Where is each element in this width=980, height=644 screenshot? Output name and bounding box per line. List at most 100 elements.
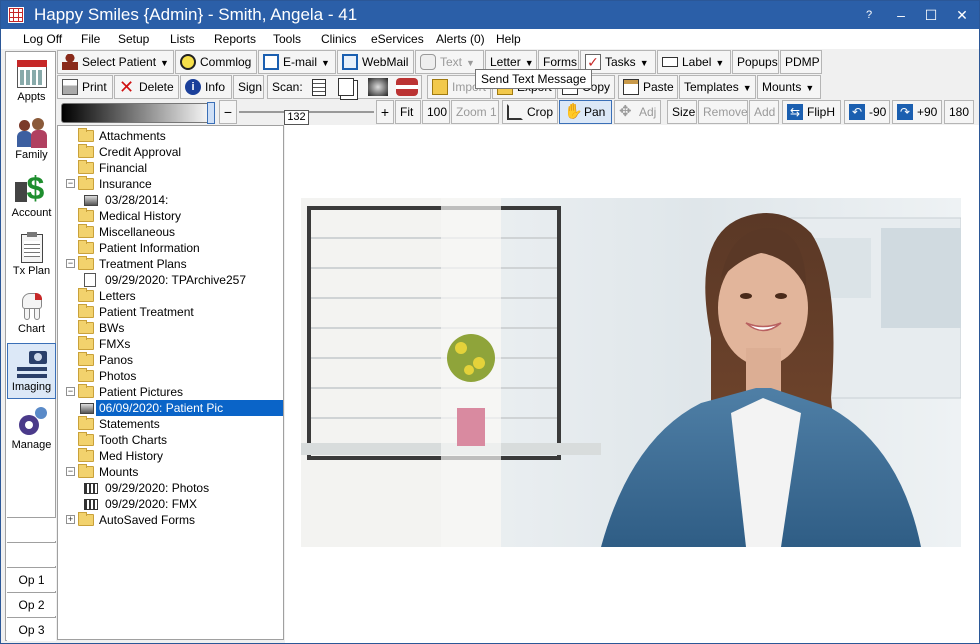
select-patient-button[interactable]: Select Patient ▼ [57,50,174,74]
pdmp-button[interactable]: PDMP [780,50,822,74]
zoom-100-button[interactable]: 100 [422,100,450,124]
title-bar[interactable]: Happy Smiles {Admin} - Smith, Angela - 4… [1,1,979,29]
tree-item[interactable]: Medical History [58,208,283,224]
tree-item[interactable]: Panos [58,352,283,368]
rotate-180-button[interactable]: 180 [944,100,974,124]
tree-item[interactable]: Tooth Charts [58,432,283,448]
email-button[interactable]: E-mail ▼ [258,50,336,74]
maximize-button[interactable]: ☐ [916,1,946,29]
tree-item[interactable]: − Treatment Plans [58,256,283,272]
collapse-icon[interactable]: − [66,467,75,476]
tree-item[interactable]: 03/28/2014: [58,192,283,208]
templates-button[interactable]: Templates ▼ [679,75,756,99]
tree-item[interactable]: Letters [58,288,283,304]
commlog-button[interactable]: Commlog [175,50,257,74]
scan-xray-icon[interactable] [368,78,388,96]
menu-reports[interactable]: Reports [214,32,256,46]
tree-item[interactable]: BWs [58,320,283,336]
tree-item[interactable]: 06/09/2020: Patient Pic [58,400,283,416]
menu-alerts[interactable]: Alerts (0) [436,32,485,46]
remove-button[interactable]: Remove [698,100,748,124]
tree-item[interactable]: Patient Treatment [58,304,283,320]
module-manage[interactable]: Manage [7,402,56,458]
tree-item[interactable]: Photos [58,368,283,384]
menu-help[interactable]: Help [496,32,521,46]
tree-item[interactable]: 09/29/2020: Photos [58,480,283,496]
help-button[interactable]: ? [854,1,884,29]
menu-file[interactable]: File [81,32,100,46]
zoom-out-button[interactable]: − [219,100,237,124]
label-button[interactable]: Label ▼ [657,50,731,74]
tree-item[interactable]: Credit Approval [58,144,283,160]
scan-photo-icon[interactable] [396,78,418,96]
sign-button[interactable]: Sign [233,75,264,99]
menu-setup[interactable]: Setup [118,32,149,46]
popups-button[interactable]: Popups [732,50,779,74]
tree-item[interactable]: 09/29/2020: TPArchive257 [58,272,283,288]
expand-icon[interactable]: + [66,515,75,524]
tree-item[interactable]: Financial [58,160,283,176]
fit-button[interactable]: Fit [395,100,421,124]
brightness-handle[interactable] [207,102,215,124]
tree-item[interactable]: + AutoSaved Forms [58,512,283,528]
collapse-icon[interactable]: − [66,387,75,396]
op-empty[interactable] [7,542,56,566]
menu-eservices[interactable]: eServices [371,32,424,46]
op-empty[interactable] [7,517,56,541]
tree-item[interactable]: Attachments [58,128,283,144]
module-imaging[interactable]: Imaging [7,343,56,399]
op-2[interactable]: Op 2 [7,592,56,616]
op-1[interactable]: Op 1 [7,567,56,591]
patient-photo[interactable] [301,198,961,547]
tree-item[interactable]: 09/29/2020: FMX [58,496,283,512]
menu-clinics[interactable]: Clinics [321,32,356,46]
tree-item-label: FMXs [99,337,131,351]
module-family[interactable]: Family [7,112,56,168]
scan-document-icon[interactable] [312,79,326,96]
tree-item[interactable]: Miscellaneous [58,224,283,240]
menu-tools[interactable]: Tools [273,32,301,46]
tree-item[interactable]: − Patient Pictures [58,384,283,400]
menu-log-off[interactable]: Log Off [23,32,62,46]
print-button[interactable]: Print [57,75,113,99]
info-button[interactable]: i Info [180,75,232,99]
module-account[interactable]: $ Account [7,170,56,226]
dollar-icon: $ [14,170,49,206]
zoom-slider-value[interactable]: 132 [284,110,309,125]
printer-icon [62,78,78,95]
tree-item-label: Treatment Plans [99,257,187,271]
paste-button[interactable]: Paste [618,75,678,99]
tree-item[interactable]: − Mounts [58,464,283,480]
text-button[interactable]: Text ▼ [415,50,484,74]
op-3[interactable]: Op 3 [7,617,56,641]
mounts-button[interactable]: Mounts ▼ [757,75,821,99]
rotate-right-button[interactable]: ↷ +90 [892,100,942,124]
tree-item[interactable]: FMXs [58,336,283,352]
folder-icon [78,368,94,382]
module-tx-plan[interactable]: Tx Plan [7,228,56,284]
pan-button[interactable]: ✋Pan [559,100,612,124]
module-chart[interactable]: Chart [7,286,56,342]
collapse-icon[interactable]: − [66,179,75,188]
delete-button[interactable]: ✕ Delete [114,75,179,99]
size-button[interactable]: Size [667,100,697,124]
minimize-button[interactable]: – [886,1,916,29]
tree-item[interactable]: − Insurance [58,176,283,192]
crop-button[interactable]: Crop [502,100,558,124]
adj-button[interactable]: ✥ Adj [614,100,661,124]
close-button[interactable]: ✕ [947,1,977,29]
zoom-1-button[interactable]: Zoom 1 [451,100,499,124]
zoom-in-button[interactable]: + [376,100,394,124]
rotate-left-button[interactable]: ↶ -90 [844,100,890,124]
fliph-button[interactable]: ⇆ FlipH [782,100,841,124]
add-button[interactable]: Add [749,100,779,124]
scan-multipage-icon[interactable] [338,78,354,96]
brightness-gradient[interactable] [61,103,215,123]
tree-item[interactable]: Statements [58,416,283,432]
tree-item[interactable]: Med History [58,448,283,464]
webmail-button[interactable]: WebMail [337,50,414,74]
collapse-icon[interactable]: − [66,259,75,268]
module-appts[interactable]: Appts [7,54,56,110]
menu-lists[interactable]: Lists [170,32,195,46]
tree-item[interactable]: Patient Information [58,240,283,256]
